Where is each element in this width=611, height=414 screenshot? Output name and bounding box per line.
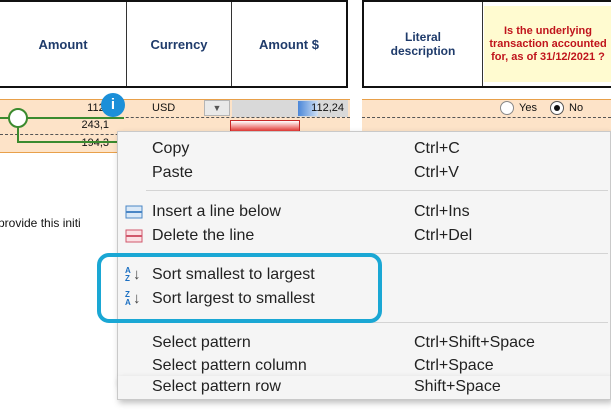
table-header-right: Literal description Is the underlying tr…	[362, 0, 611, 88]
menu-item-shortcut: Ctrl+Shift+Space	[414, 334, 535, 351]
menu-item-shortcut: Ctrl+Space	[414, 357, 494, 374]
menu-item-label: Copy	[152, 140, 190, 157]
sort-options-highlight	[97, 253, 382, 323]
menu-item-label: Insert a line below	[152, 203, 281, 220]
menu-item-shortcut: Ctrl+Del	[414, 227, 473, 244]
menu-item-insert-line[interactable]: Insert a line below Ctrl+Ins	[118, 200, 610, 224]
info-icon[interactable]: i	[101, 93, 125, 117]
connector-circle	[8, 108, 28, 128]
amount-usd-value: 112,24	[311, 102, 344, 114]
radio-no-label: No	[569, 102, 584, 114]
amount-header: Amount	[38, 36, 88, 52]
instruction-text: provide this initi	[0, 216, 81, 230]
amount-usd-cell[interactable]: 112,24	[232, 100, 348, 117]
menu-item-label: Delete the line	[152, 227, 255, 244]
radio-yes[interactable]	[500, 101, 514, 115]
column-divider	[482, 2, 483, 86]
delete-line-icon	[125, 228, 143, 244]
menu-item-label: Paste	[152, 164, 193, 181]
table-header: Amount Currency Amount $	[0, 0, 348, 88]
menu-item-select-pattern[interactable]: Select pattern Ctrl+Shift+Space	[118, 331, 610, 355]
menu-item-label: Select pattern row	[152, 378, 281, 395]
menu-item-delete-line[interactable]: Delete the line Ctrl+Del	[118, 224, 610, 248]
menu-item-shortcut: Ctrl+C	[414, 140, 460, 157]
literal-description-header: Literal description	[390, 30, 456, 58]
menu-item-copy[interactable]: Copy Ctrl+C	[118, 137, 610, 161]
menu-item-shortcut: Shift+Space	[414, 378, 501, 395]
menu-item-label: Select pattern column	[152, 357, 307, 374]
row-divider	[362, 117, 611, 118]
menu-item-shortcut: Ctrl+V	[414, 164, 459, 181]
radio-no-dot	[554, 105, 560, 111]
currency-cell[interactable]: USD ▼	[130, 100, 230, 117]
menu-item-label: Select pattern	[152, 334, 251, 351]
insert-line-icon	[125, 204, 143, 220]
menu-item-select-pattern-row[interactable]: Select pattern row Shift+Space	[117, 376, 611, 400]
connector-line	[17, 141, 124, 143]
amount-usd-header: Amount $	[259, 36, 319, 52]
radio-no[interactable]	[550, 101, 564, 115]
radio-yes-label: Yes	[519, 102, 537, 114]
menu-item-shortcut: Ctrl+Ins	[414, 203, 470, 220]
accounting-question-header: Is the underlying transaction accounted …	[484, 6, 611, 82]
currency-value: USD	[152, 102, 176, 114]
menu-item-paste[interactable]: Paste Ctrl+V	[118, 161, 610, 185]
menu-separator	[146, 190, 608, 191]
menu-item-select-pattern-column[interactable]: Select pattern column Ctrl+Space	[118, 354, 610, 378]
currency-dropdown[interactable]: ▼	[204, 100, 230, 116]
currency-header: Currency	[150, 36, 208, 52]
accounted-radio-group: Yes No	[500, 100, 610, 117]
